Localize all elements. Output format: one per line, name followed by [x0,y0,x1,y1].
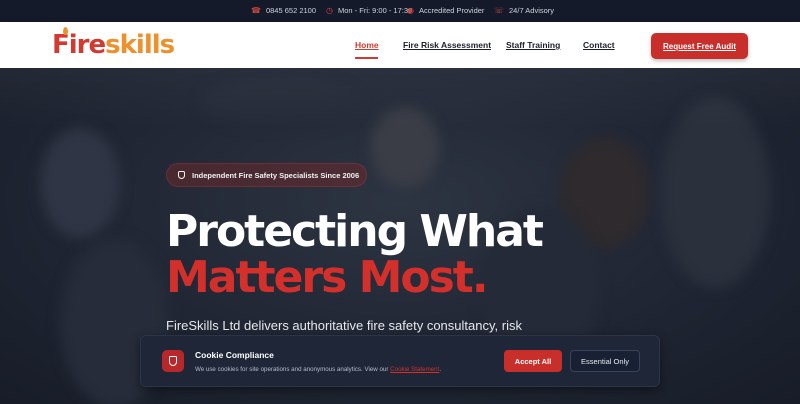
accredited-info: ◉ Accredited Provider [407,6,484,15]
phone-number: 0845 652 2100 [265,6,317,15]
cookie-text-end: . [439,366,442,373]
nav-fire-risk-assessment[interactable]: Fire Risk Assessment [403,40,491,50]
clock-icon: ◷ [326,5,333,15]
essential-only-button[interactable]: Essential Only [570,350,640,372]
hero-headline-line-1: Protecting What [166,206,544,257]
hours-info: ◷ Mon - Fri: 9:00 - 17:30 [326,6,412,15]
award-icon: ◉ [407,5,414,15]
shield-icon [169,356,177,366]
flame-icon [63,27,68,35]
accredited-label: Accredited Provider [418,6,485,15]
advisory-label: 24/7 Advisory [509,6,555,15]
nav-home[interactable]: Home [355,40,379,50]
fireskills-logo[interactable]: Fireskills [52,27,175,61]
shield-icon [178,171,185,179]
hero-background-shape [40,128,120,238]
specialists-badge: Independent Fire Safety Specialists Sinc… [166,163,367,187]
cookie-shield-icon [162,350,184,372]
top-info-bar: ☎ 0845 652 2100 ◷ Mon - Fri: 9:00 - 17:3… [0,0,800,22]
hero-overlay [0,68,800,128]
opening-hours: Mon - Fri: 9:00 - 17:30 [337,6,413,15]
hero-description: FireSkills Ltd delivers authoritative fi… [166,318,522,333]
logo-fire-text: Fire [52,30,106,60]
cookie-banner: Cookie Compliance We use cookies for sit… [140,335,660,387]
badge-text: Independent Fire Safety Specialists Sinc… [192,170,360,180]
site-header: Fireskills Home Fire Risk Assessment Sta… [0,22,800,68]
logo-skills-text: skills [105,30,175,60]
cookie-text: We use cookies for site operations and a… [195,366,389,373]
nav-contact[interactable]: Contact [583,40,615,50]
advisory-info: ☏ 24/7 Advisory [494,6,554,15]
hero-headline-line-2: Matters Most. [166,252,489,303]
headset-icon: ☏ [494,5,505,15]
phone-icon: ☎ [251,5,261,15]
cookie-title: Cookie Compliance [195,350,274,360]
accept-all-button[interactable]: Accept All [504,350,562,372]
nav-staff-training[interactable]: Staff Training [506,40,560,50]
phone-info[interactable]: ☎ 0845 652 2100 [251,6,316,15]
request-free-audit-button[interactable]: Request Free Audit [651,33,748,59]
cookie-description: We use cookies for site operations and a… [195,366,441,373]
cookie-statement-link[interactable]: Cookie Statement [390,366,439,373]
active-nav-underline [355,57,378,59]
